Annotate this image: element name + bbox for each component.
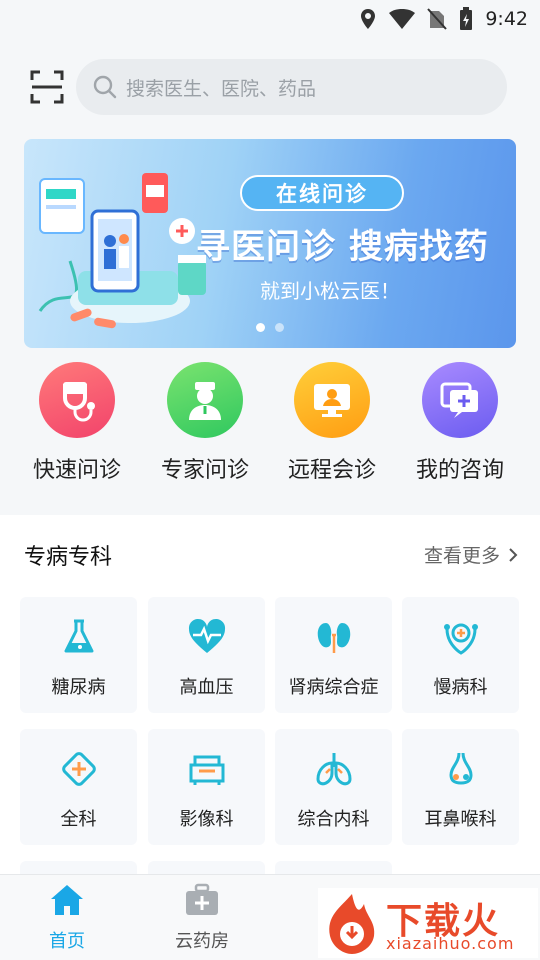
specialty-item-diabetes[interactable]: 糖尿病 bbox=[20, 597, 137, 713]
specialty-label: 全科 bbox=[60, 809, 97, 830]
tab-pharmacy[interactable]: 云药房 bbox=[152, 883, 252, 953]
specialty-item-general[interactable]: 全科 bbox=[20, 729, 137, 845]
video-consult-icon bbox=[294, 362, 370, 438]
specialty-item-imaging[interactable]: 影像科 bbox=[148, 729, 265, 845]
quick-action-label: 专家问诊 bbox=[160, 458, 249, 483]
scan-icon[interactable] bbox=[30, 70, 64, 104]
stethoscope-icon bbox=[39, 362, 115, 438]
imaging-icon bbox=[189, 755, 225, 785]
banner-dot[interactable] bbox=[275, 323, 284, 332]
heartbeat-icon bbox=[188, 618, 226, 653]
search-placeholder: 搜索医生、医院、药品 bbox=[126, 77, 317, 100]
status-time: 9:42 bbox=[485, 8, 528, 30]
specialty-label: 综合内科 bbox=[297, 809, 370, 830]
home-icon bbox=[51, 885, 83, 915]
header: 搜索医生、医院、药品 bbox=[0, 38, 540, 138]
specialty-item-nephrotic[interactable]: 肾病综合症 bbox=[275, 597, 392, 713]
quick-action-label: 快速问诊 bbox=[32, 458, 121, 483]
specialty-item-hypertension[interactable]: 高血压 bbox=[148, 597, 265, 713]
quick-actions: 快速问诊 专家问诊 远程会诊 我的咨询 bbox=[0, 348, 540, 498]
promo-banner[interactable]: 在线问诊 寻医问诊 搜病找药 就到小松云医！ bbox=[24, 139, 516, 348]
search-input[interactable]: 搜索医生、医院、药品 bbox=[76, 59, 507, 115]
quick-action-remote-consult[interactable]: 远程会诊 bbox=[272, 362, 392, 484]
battery-icon bbox=[460, 7, 473, 30]
tab-label: 云药房 bbox=[175, 931, 229, 952]
specialty-label: 慢病科 bbox=[433, 677, 488, 698]
banner-illustration bbox=[38, 173, 206, 329]
no-sim-icon bbox=[427, 8, 448, 30]
view-more-label: 查看更多 bbox=[423, 545, 500, 567]
watermark-logo: 下载火 xiazaihuo.com bbox=[318, 888, 538, 958]
chat-plus-icon bbox=[422, 362, 498, 438]
wifi-icon bbox=[389, 9, 416, 29]
lungs-icon bbox=[316, 753, 352, 786]
banner-dot[interactable] bbox=[256, 323, 265, 332]
specialty-label: 糖尿病 bbox=[51, 677, 106, 698]
chronic-icon bbox=[444, 623, 478, 655]
plus-diamond-icon bbox=[62, 752, 96, 786]
status-bar: 9:42 bbox=[0, 0, 540, 38]
location-icon bbox=[361, 9, 376, 29]
medicine-box-icon bbox=[186, 883, 218, 915]
tab-home[interactable]: 首页 bbox=[17, 883, 117, 953]
specialty-item-chronic[interactable]: 慢病科 bbox=[402, 597, 519, 713]
view-more-link[interactable]: 查看更多 bbox=[424, 541, 518, 568]
quick-action-fast-consult[interactable]: 快速问诊 bbox=[17, 362, 137, 484]
quick-action-label: 我的咨询 bbox=[415, 458, 504, 483]
specialty-item-ent[interactable]: 耳鼻喉科 bbox=[402, 729, 519, 845]
quick-action-my-consult[interactable]: 我的咨询 bbox=[400, 362, 520, 484]
flask-icon bbox=[64, 619, 94, 653]
status-icons: 9:42 bbox=[359, 6, 528, 32]
quick-action-label: 远程会诊 bbox=[287, 458, 376, 483]
quick-action-expert-consult[interactable]: 专家问诊 bbox=[145, 362, 265, 484]
search-icon bbox=[93, 75, 117, 99]
specialty-label: 影像科 bbox=[179, 809, 234, 830]
doctor-icon bbox=[167, 362, 243, 438]
specialty-section: 专病专科 查看更多 糖尿病 高血压 肾病综合症 慢病科 全科 影像科 综合内科 … bbox=[0, 515, 540, 879]
banner-title: 寻医问诊 搜病找药 bbox=[196, 227, 489, 267]
specialty-label: 高血压 bbox=[179, 677, 234, 698]
kidney-icon bbox=[317, 623, 351, 653]
watermark-url: xiazaihuo.com bbox=[386, 934, 515, 953]
banner-pagination[interactable] bbox=[256, 323, 284, 332]
banner-subtitle: 就到小松云医！ bbox=[260, 279, 400, 303]
specialty-item-internal[interactable]: 综合内科 bbox=[275, 729, 392, 845]
banner-tag: 在线问诊 bbox=[240, 175, 404, 211]
specialty-label: 肾病综合症 bbox=[288, 677, 379, 698]
flame-logo-icon bbox=[329, 894, 375, 954]
section-title: 专病专科 bbox=[24, 545, 113, 570]
tab-label: 首页 bbox=[49, 931, 85, 952]
chevron-right-icon bbox=[509, 547, 518, 562]
nose-icon bbox=[449, 752, 473, 785]
specialty-label: 耳鼻喉科 bbox=[424, 809, 497, 830]
